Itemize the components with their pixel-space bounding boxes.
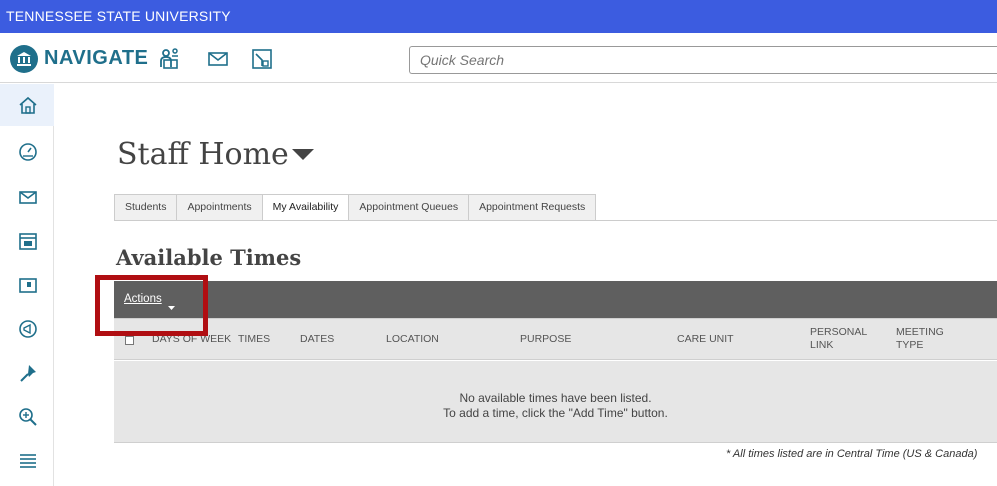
sidebar-item-home[interactable] [0, 84, 54, 126]
brand-name[interactable]: NAVIGATE [44, 47, 148, 70]
sidebar-item-calendar[interactable] [0, 220, 54, 262]
highlight-annotation-box [95, 275, 208, 336]
reports-icon[interactable] [250, 47, 274, 71]
empty-state-message: No available times have been listed. [459, 391, 652, 405]
page-title: Staff Home [117, 137, 289, 172]
left-sidebar [0, 84, 54, 486]
institution-name: TENNESSEE STATE UNIVERSITY [6, 8, 231, 24]
staff-icon[interactable] [158, 47, 182, 71]
pin-icon [20, 365, 36, 382]
main-navbar: NAVIGATE [0, 33, 997, 83]
select-all-checkbox[interactable] [125, 336, 134, 345]
sidebar-item-messages[interactable] [0, 176, 54, 218]
institution-bar: TENNESSEE STATE UNIVERSITY [0, 0, 997, 33]
tab-students[interactable]: Students [114, 194, 177, 221]
tab-appointment-queues[interactable]: Appointment Queues [348, 194, 469, 221]
tab-my-availability[interactable]: My Availability [261, 194, 349, 221]
staff-home-tabs: Students Appointments My Availability Ap… [114, 194, 597, 221]
column-times[interactable]: TIMES [238, 333, 270, 346]
column-purpose[interactable]: PURPOSE [520, 333, 571, 346]
availability-table-body: No available times have been listed. To … [114, 361, 997, 443]
list-icon [20, 454, 36, 468]
column-personal-link[interactable]: PERSONAL LINK [810, 326, 867, 352]
sidebar-item-pins[interactable] [0, 352, 54, 394]
column-location[interactable]: LOCATION [386, 333, 439, 346]
section-title: Available Times [116, 245, 302, 270]
table-header: DAYS OF WEEK TIMES DATES LOCATION PURPOS… [114, 318, 997, 360]
calendar-icon [19, 233, 37, 250]
mail-icon [19, 191, 37, 204]
tab-appointments[interactable]: Appointments [176, 194, 262, 221]
timezone-footnote: * All times listed are in Central Time (… [726, 448, 978, 460]
empty-state-hint: To add a time, click the "Add Time" butt… [443, 406, 668, 420]
column-meeting-type[interactable]: MEETING TYPE [896, 326, 944, 352]
home-icon [19, 96, 37, 114]
sidebar-item-lists[interactable] [0, 440, 54, 482]
mail-icon[interactable] [206, 47, 230, 71]
dashboard-icon [19, 143, 37, 161]
sidebar-item-folders[interactable] [0, 264, 54, 306]
title-dropdown-caret-icon[interactable] [292, 148, 314, 166]
column-dates[interactable]: DATES [300, 333, 334, 346]
quick-search-input[interactable] [409, 46, 997, 74]
actions-toolbar: Actions [114, 281, 997, 318]
campaign-icon [19, 320, 37, 338]
tabs-divider [114, 220, 997, 221]
folder-icon [19, 278, 37, 293]
search-icon [19, 408, 37, 426]
sidebar-item-search[interactable] [0, 396, 54, 438]
column-care-unit[interactable]: CARE UNIT [677, 333, 734, 346]
sidebar-item-dashboard[interactable] [0, 130, 54, 172]
tab-appointment-requests[interactable]: Appointment Requests [468, 194, 597, 221]
sidebar-item-campaigns[interactable] [0, 308, 54, 350]
university-icon[interactable] [10, 45, 38, 73]
